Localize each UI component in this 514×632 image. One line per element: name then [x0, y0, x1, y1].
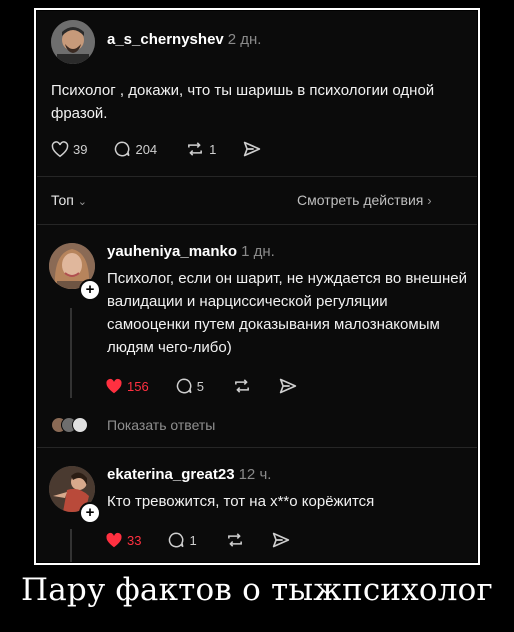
- divider: [37, 176, 477, 177]
- post-time: 2 дн.: [227, 31, 262, 48]
- chevron-right-icon: ›: [427, 193, 432, 208]
- like-button[interactable]: 156: [105, 378, 149, 395]
- comment-icon: [169, 532, 184, 548]
- comment-button[interactable]: 1: [167, 531, 197, 549]
- like-button[interactable]: 39: [51, 140, 88, 158]
- avatar[interactable]: [51, 20, 95, 64]
- post-text: Психолог , докажи, что ты шаришь в психо…: [51, 82, 435, 122]
- follow-button[interactable]: +: [79, 279, 101, 301]
- reply-time: 12 ч.: [238, 466, 272, 483]
- divider: [37, 447, 477, 448]
- show-replies-link[interactable]: Показать ответы: [107, 417, 215, 433]
- send-icon: [244, 141, 261, 157]
- heart-icon: [51, 140, 69, 157]
- comment-button[interactable]: 204: [113, 140, 157, 158]
- share-button[interactable]: [242, 140, 262, 158]
- heart-filled-icon: [106, 378, 122, 393]
- reply-time: 1 дн.: [241, 243, 275, 260]
- post-actions: 39 204 1: [51, 139, 262, 159]
- share-button[interactable]: [271, 531, 291, 549]
- send-icon: [272, 532, 289, 548]
- comment-button[interactable]: 5: [175, 377, 204, 395]
- thread-line: [70, 529, 72, 562]
- reply-username[interactable]: ekaterina_great23: [107, 466, 235, 483]
- repost-count: 1: [209, 141, 217, 157]
- comment-count: 5: [196, 378, 204, 394]
- thread-line: [70, 308, 72, 398]
- like-count: 156: [127, 378, 149, 394]
- heart-filled-icon: [106, 532, 122, 547]
- reply-actions: 156 5: [105, 376, 298, 396]
- comment-icon: [115, 141, 130, 157]
- reply-author[interactable]: yauheniya_manko 1 дн.: [107, 243, 275, 260]
- view-activity-link[interactable]: Смотреть действия ›: [297, 192, 432, 208]
- demotivator-caption: Пару фактов о тыжпсихолог: [21, 572, 493, 608]
- screenshot: a_s_chernyshev 2 дн. Психолог , докажи, ч…: [37, 11, 477, 562]
- post-author[interactable]: a_s_chernyshev 2 дн.: [107, 31, 261, 48]
- sort-label: Топ: [51, 192, 74, 208]
- repost-icon: [227, 533, 242, 547]
- like-button[interactable]: 33: [105, 532, 141, 549]
- comment-icon: [176, 378, 192, 394]
- reply-avatars-stack: [51, 417, 97, 433]
- view-activity-label: Смотреть действия: [297, 192, 424, 208]
- share-button[interactable]: [278, 377, 298, 395]
- reply-author[interactable]: ekaterina_great23 12 ч.: [107, 466, 271, 483]
- reply-username[interactable]: yauheniya_manko: [107, 243, 237, 260]
- reply-text: Кто тревожится, тот на х**о корёжится: [107, 493, 375, 510]
- send-icon: [279, 378, 297, 394]
- repost-button[interactable]: [232, 377, 252, 395]
- repost-button[interactable]: 1: [185, 140, 216, 158]
- avatar: [72, 417, 88, 433]
- follow-button[interactable]: +: [79, 502, 101, 524]
- reply-actions: 33 1: [105, 530, 291, 550]
- post-username[interactable]: a_s_chernyshev: [107, 31, 224, 48]
- repost-button[interactable]: [225, 531, 245, 549]
- like-count: 33: [127, 532, 142, 548]
- reply-text: Психолог, если он шарит, не нуждается во…: [107, 270, 467, 356]
- divider: [37, 224, 477, 225]
- repost-icon: [188, 142, 203, 156]
- sort-dropdown[interactable]: Топ ⌄: [51, 192, 87, 208]
- repost-icon: [235, 379, 249, 393]
- chevron-down-icon: ⌄: [77, 196, 87, 208]
- like-count: 39: [73, 141, 88, 157]
- comment-count: 1: [189, 532, 197, 548]
- comment-count: 204: [135, 141, 158, 157]
